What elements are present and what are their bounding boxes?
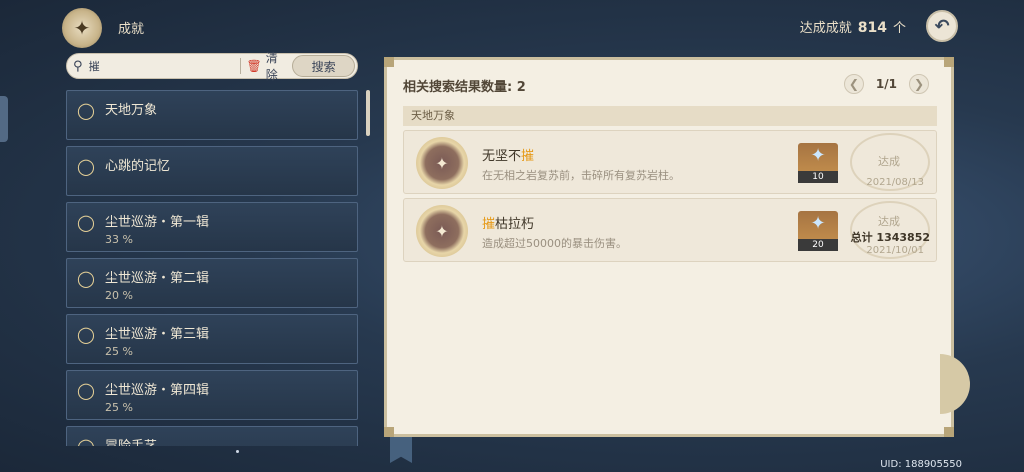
progress-total: 总计 1343852 [850, 231, 930, 244]
medal-icon: ◯ [77, 268, 95, 288]
page-indicator: 1/1 [875, 77, 897, 91]
panel-corner [944, 57, 954, 67]
medal-icon: ◯ [77, 324, 95, 344]
category-item[interactable]: ◯ 尘世巡游・第二辑 20 % [66, 258, 358, 308]
achievement-medal-icon: ✦ [416, 205, 468, 257]
next-page-button[interactable]: ❯ [909, 74, 929, 94]
reward-item: ✦ 10 [798, 143, 838, 183]
achievement-title: 摧枯拉朽 [482, 213, 534, 232]
result-count: 相关搜索结果数量: 2 [403, 80, 526, 95]
reward-count: 10 [798, 171, 838, 183]
clear-label: 清除 [265, 51, 278, 82]
category-progress: 20 % [105, 289, 133, 302]
side-tab-handle[interactable] [0, 96, 8, 142]
group-header: 天地万象 [403, 106, 937, 126]
prev-page-button[interactable]: ❮ [843, 74, 864, 94]
total-unit: 个 [892, 21, 906, 36]
clear-button[interactable]: 🗑 清除 [247, 49, 285, 83]
category-item[interactable]: ◯ 心跳的记忆 [66, 146, 358, 196]
status-label: 达成 [878, 215, 900, 228]
bookmark-ribbon [390, 437, 412, 463]
total-count: 814 [857, 20, 887, 36]
title-highlight: 摧 [521, 149, 535, 164]
achievement-total: 达成成就 814 个 [800, 17, 906, 36]
category-scrollbar[interactable] [366, 90, 370, 136]
reward-item: ✦ 20 [798, 211, 838, 251]
trash-icon: 🗑 [246, 59, 262, 73]
achievement-row[interactable]: ✦ 无坚不摧 在无相之岩复苏前，击碎所有复苏岩柱。 ✦ 10 达成 2021/0… [403, 130, 937, 194]
search-icon: ⚲ [73, 58, 83, 74]
category-name: 心跳的记忆 [105, 159, 171, 174]
category-name: 天地万象 [105, 103, 158, 118]
title-prefix: 无坚不 [482, 149, 522, 164]
category-item[interactable]: ◯ 尘世巡游・第一辑 33 % [66, 202, 358, 252]
medal-icon: ◯ [77, 156, 95, 176]
completion-date: 2021/10/01 [866, 245, 924, 256]
pagination: ❮ 1/1 ❯ [843, 74, 929, 94]
search-button[interactable]: 搜索 [292, 55, 356, 77]
category-item[interactable]: ◯ 尘世巡游・第三辑 25 % [66, 314, 358, 364]
panel-corner [384, 427, 394, 437]
category-progress: 25 % [105, 401, 133, 414]
category-item[interactable]: ◯ 天地万象 [66, 90, 358, 140]
back-button[interactable]: ↶ [926, 10, 958, 42]
primogem-icon: ✦ [810, 213, 826, 234]
achievement-desc: 在无相之岩复苏前，击碎所有复苏岩柱。 [482, 169, 680, 182]
medal-icon: ◯ [77, 100, 95, 120]
category-name: 尘世巡游・第四辑 [105, 383, 210, 398]
uid-label: UID: 188905550 [880, 459, 962, 470]
category-name: 冒险手艺 [105, 435, 157, 446]
category-name: 尘世巡游・第二辑 [105, 271, 210, 286]
achievement-title: 无坚不摧 [482, 145, 534, 164]
medal-icon: ◯ [77, 212, 95, 232]
category-progress: 25 % [105, 345, 133, 358]
achievement-desc: 造成超过50000的暴击伤害。 [482, 237, 627, 250]
category-progress: 33 % [105, 233, 133, 246]
completion-date: 2021/08/13 [866, 177, 924, 188]
title-highlight: 摧 [482, 217, 496, 232]
category-name: 尘世巡游・第三辑 [105, 327, 210, 342]
panel-corner [384, 57, 394, 67]
category-list: ◯ 天地万象 ◯ 心跳的记忆 ◯ 尘世巡游・第一辑 33 % ◯ 尘世巡游・第二… [66, 90, 358, 446]
category-item[interactable]: ◯ 尘世巡游・第四辑 25 % [66, 370, 358, 420]
primogem-icon: ✦ [810, 145, 826, 166]
search-input[interactable] [88, 55, 234, 77]
category-item[interactable]: ◯ 冒险手艺 [66, 426, 358, 446]
status-label: 达成 [878, 155, 900, 168]
side-emblem [940, 354, 970, 414]
medal-icon: ◯ [77, 436, 95, 447]
medal-icon: ◯ [77, 380, 95, 400]
search-bar: ⚲ 🗑 清除 搜索 [66, 51, 358, 82]
category-name: 尘世巡游・第一辑 [105, 215, 210, 230]
title-suffix: 枯拉朽 [495, 217, 535, 232]
achievement-row[interactable]: ✦ 摧枯拉朽 造成超过50000的暴击伤害。 ✦ 20 达成 总计 134385… [403, 198, 937, 262]
reward-count: 20 [798, 239, 838, 251]
page-title: 成就 [118, 22, 145, 37]
search-divider [239, 58, 241, 74]
results-panel: 相关搜索结果数量: 2 ❮ 1/1 ❯ 天地万象 ✦ 无坚不摧 在无相之岩复苏前… [384, 57, 954, 437]
panel-corner [944, 427, 954, 437]
achievement-crest-icon: ✦ [62, 8, 102, 48]
page-dot [236, 450, 239, 453]
achievement-medal-icon: ✦ [416, 137, 468, 189]
total-label: 达成成就 [799, 21, 852, 36]
back-arrow-icon: ↶ [934, 15, 950, 37]
